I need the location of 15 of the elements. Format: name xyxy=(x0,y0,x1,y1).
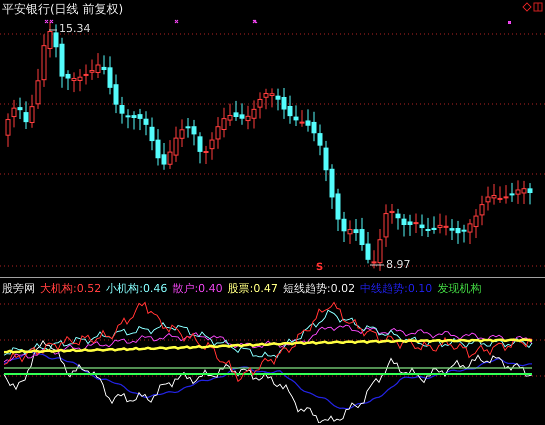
legend-item: 中线趋势:0.10 xyxy=(360,282,432,296)
legend-item: 股旁网 xyxy=(2,282,35,296)
diamond-icon xyxy=(522,2,532,12)
legend-item: 发现机构 xyxy=(437,282,482,296)
legend-item: 小机构:0.46 xyxy=(106,282,168,296)
legend-item: 股票:0.47 xyxy=(228,282,278,296)
legend-item: 大机构:0.52 xyxy=(40,282,102,296)
high-price-label: 15.34 xyxy=(59,22,90,35)
legend-item: 短线趋势:0.02 xyxy=(282,282,356,296)
legend-item: 散户:0.40 xyxy=(172,282,223,296)
low-price-label: 8.97 xyxy=(386,258,410,271)
window-icon xyxy=(534,2,542,12)
sell-signal-mark: S xyxy=(316,262,324,274)
marker-icon xyxy=(508,21,511,24)
chart-title: 平安银行(日线 前复权) xyxy=(2,1,124,18)
